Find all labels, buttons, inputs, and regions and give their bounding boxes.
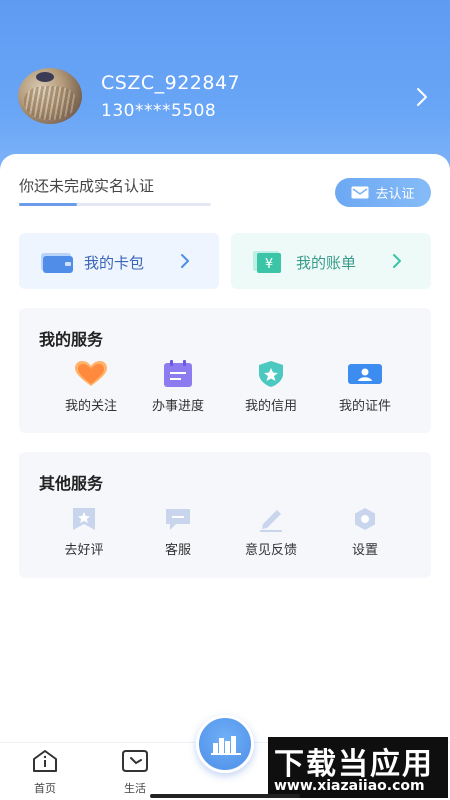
verify-progress-bar <box>19 203 211 206</box>
watermark-logo: 下载当应用 www.xiazaiiao.com <box>268 737 448 798</box>
heart-icon <box>75 361 107 386</box>
bookmark-star-icon <box>73 508 95 530</box>
wallet-icon <box>41 253 73 273</box>
shield-star-icon <box>259 361 283 387</box>
tab-life[interactable]: 生活 <box>105 749 165 796</box>
service-my-follows[interactable]: 我的关注 <box>44 360 138 414</box>
watermark-url: www.xiazaiiao.com <box>274 778 425 794</box>
service-label: 客服 <box>164 543 191 558</box>
service-feedback[interactable]: 意见反馈 <box>224 506 318 558</box>
service-label: 我的证件 <box>338 399 391 414</box>
service-progress[interactable]: 办事进度 <box>131 360 225 414</box>
service-label: 办事进度 <box>151 399 204 414</box>
username: CSZC_922847 <box>101 72 241 94</box>
bill-icon: ¥ <box>253 251 281 273</box>
verify-prompt: 你还未完成实名认证 <box>19 177 155 195</box>
chevron-right-icon[interactable] <box>414 86 430 108</box>
service-label: 设置 <box>351 543 378 558</box>
service-customer-support[interactable]: 客服 <box>131 506 225 558</box>
my-bill-label: 我的账单 <box>296 254 357 272</box>
my-services-title: 我的服务 <box>39 330 104 349</box>
chevron-right-icon <box>393 254 401 268</box>
chat-icon <box>166 509 190 530</box>
verify-button-label: 去认证 <box>375 187 415 202</box>
service-label: 去好评 <box>64 543 104 558</box>
gear-icon <box>355 508 375 530</box>
my-wallet-button[interactable]: 我的卡包 <box>19 233 219 289</box>
progress-doc-icon <box>164 360 192 387</box>
pencil-icon <box>260 510 282 532</box>
home-icon <box>33 750 57 772</box>
tab-home[interactable]: 首页 <box>15 749 75 796</box>
service-rate-app[interactable]: 去好评 <box>37 506 131 558</box>
watermark-text: 下载当应用 <box>274 747 434 782</box>
avatar[interactable] <box>18 68 82 124</box>
verify-button[interactable]: 去认证 <box>335 178 431 207</box>
svg-text:¥: ¥ <box>265 257 273 272</box>
my-services-panel: 我的服务 我的关注 办事进度 我的信用 我的证件 <box>19 308 431 433</box>
envelope-icon <box>351 186 369 199</box>
service-label: 意见反馈 <box>244 543 297 558</box>
id-card-icon <box>348 364 382 384</box>
service-label: 我的关注 <box>64 399 117 414</box>
phone-number: 130****5508 <box>101 101 217 121</box>
service-label: 我的信用 <box>244 399 297 414</box>
service-settings[interactable]: 设置 <box>318 506 412 558</box>
center-action-button[interactable] <box>196 715 254 773</box>
city-skyline-icon <box>211 736 241 755</box>
my-wallet-label: 我的卡包 <box>84 254 145 272</box>
service-my-ids[interactable]: 我的证件 <box>318 360 412 414</box>
service-my-credit[interactable]: 我的信用 <box>224 360 318 414</box>
tab-home-label: 首页 <box>34 782 56 795</box>
life-icon <box>122 750 148 772</box>
other-services-title: 其他服务 <box>39 474 104 493</box>
chevron-right-icon <box>181 254 189 268</box>
my-bill-button[interactable]: ¥ 我的账单 <box>231 233 431 289</box>
home-indicator[interactable] <box>150 794 300 798</box>
verify-progress-fill <box>19 203 77 206</box>
other-services-panel: 其他服务 去好评 客服 意见反馈 设置 <box>19 452 431 578</box>
